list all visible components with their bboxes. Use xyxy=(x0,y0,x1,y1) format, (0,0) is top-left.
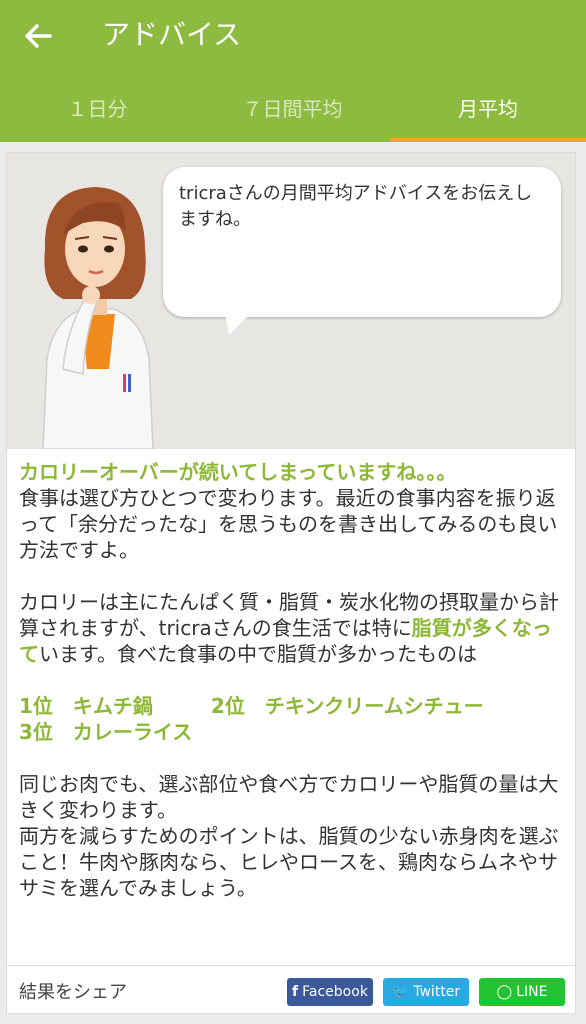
tab-1day[interactable]: １日分 xyxy=(0,84,195,142)
share-footer: 結果をシェア f Facebook 🐦 Twitter ◯ LINE xyxy=(7,965,575,1014)
ranking-row: 3位 カレーライス xyxy=(19,719,567,745)
advice-paragraph: カロリーは主にたんぱく質・脂質・炭水化物の摂取量から計算されますが、tricra… xyxy=(19,590,559,666)
page-title: アドバイス xyxy=(102,18,242,51)
advisor-hero: tricraさんの月間平均アドバイスをお伝えしますね。 xyxy=(7,153,575,449)
share-label: 結果をシェア xyxy=(19,982,127,1003)
advice-body: カロリーオーバーが続いてしまっていますね。。。 食事は選び方ひとつで変わります。… xyxy=(19,459,567,901)
arrow-left-icon[interactable] xyxy=(20,20,56,52)
ranking-row: 1位 キムチ鍋 2位 チキンクリームシチュー xyxy=(19,693,567,719)
tab-monthly-average[interactable]: 月平均 xyxy=(390,84,586,142)
tab-indicator xyxy=(390,138,586,142)
twitter-bird-icon: 🐦 xyxy=(391,984,410,1000)
rank-item: 1位 キムチ鍋 xyxy=(19,694,153,718)
line-share-button[interactable]: ◯ LINE xyxy=(479,978,565,1006)
speech-bubble: tricraさんの月間平均アドバイスをお伝えしますね。 xyxy=(163,167,561,317)
app-bar: アドバイス １日分 ７日間平均 月平均 xyxy=(0,0,586,142)
facebook-share-button[interactable]: f Facebook xyxy=(287,978,373,1006)
advice-paragraph: 同じお肉でも、選ぶ部位や食べ方でカロリーや脂質の量は大きく変わります。 xyxy=(19,772,559,822)
twitter-share-button[interactable]: 🐦 Twitter xyxy=(383,978,469,1006)
line-chat-icon: ◯ xyxy=(496,984,513,1000)
speech-bubble-text: tricraさんの月間平均アドバイスをお伝えしますね。 xyxy=(179,183,533,230)
tab-bar: １日分 ７日間平均 月平均 xyxy=(0,84,586,142)
advice-paragraph: 食事は選び方ひとつで変わります。最近の食事内容を振り返って「余分だったな」を思う… xyxy=(19,486,558,562)
facebook-icon: f xyxy=(292,984,299,1000)
advice-card: tricraさんの月間平均アドバイスをお伝えしますね。 カロリーオーバーが続いて… xyxy=(6,152,576,1014)
speech-bubble-tail xyxy=(225,313,251,335)
tab-7day-average[interactable]: ７日間平均 xyxy=(195,84,390,142)
advisor-illustration xyxy=(42,187,154,449)
advice-headline: カロリーオーバーが続いてしまっていますね。。。 xyxy=(19,460,457,484)
rank-item: 3位 カレーライス xyxy=(19,720,193,744)
advice-paragraph: 両方を減らすためのポイントは、脂質の少ない赤身肉を選ぶこと！牛肉や豚肉なら、ヒレ… xyxy=(19,824,559,900)
rank-item: 2位 チキンクリームシチュー xyxy=(210,694,484,718)
